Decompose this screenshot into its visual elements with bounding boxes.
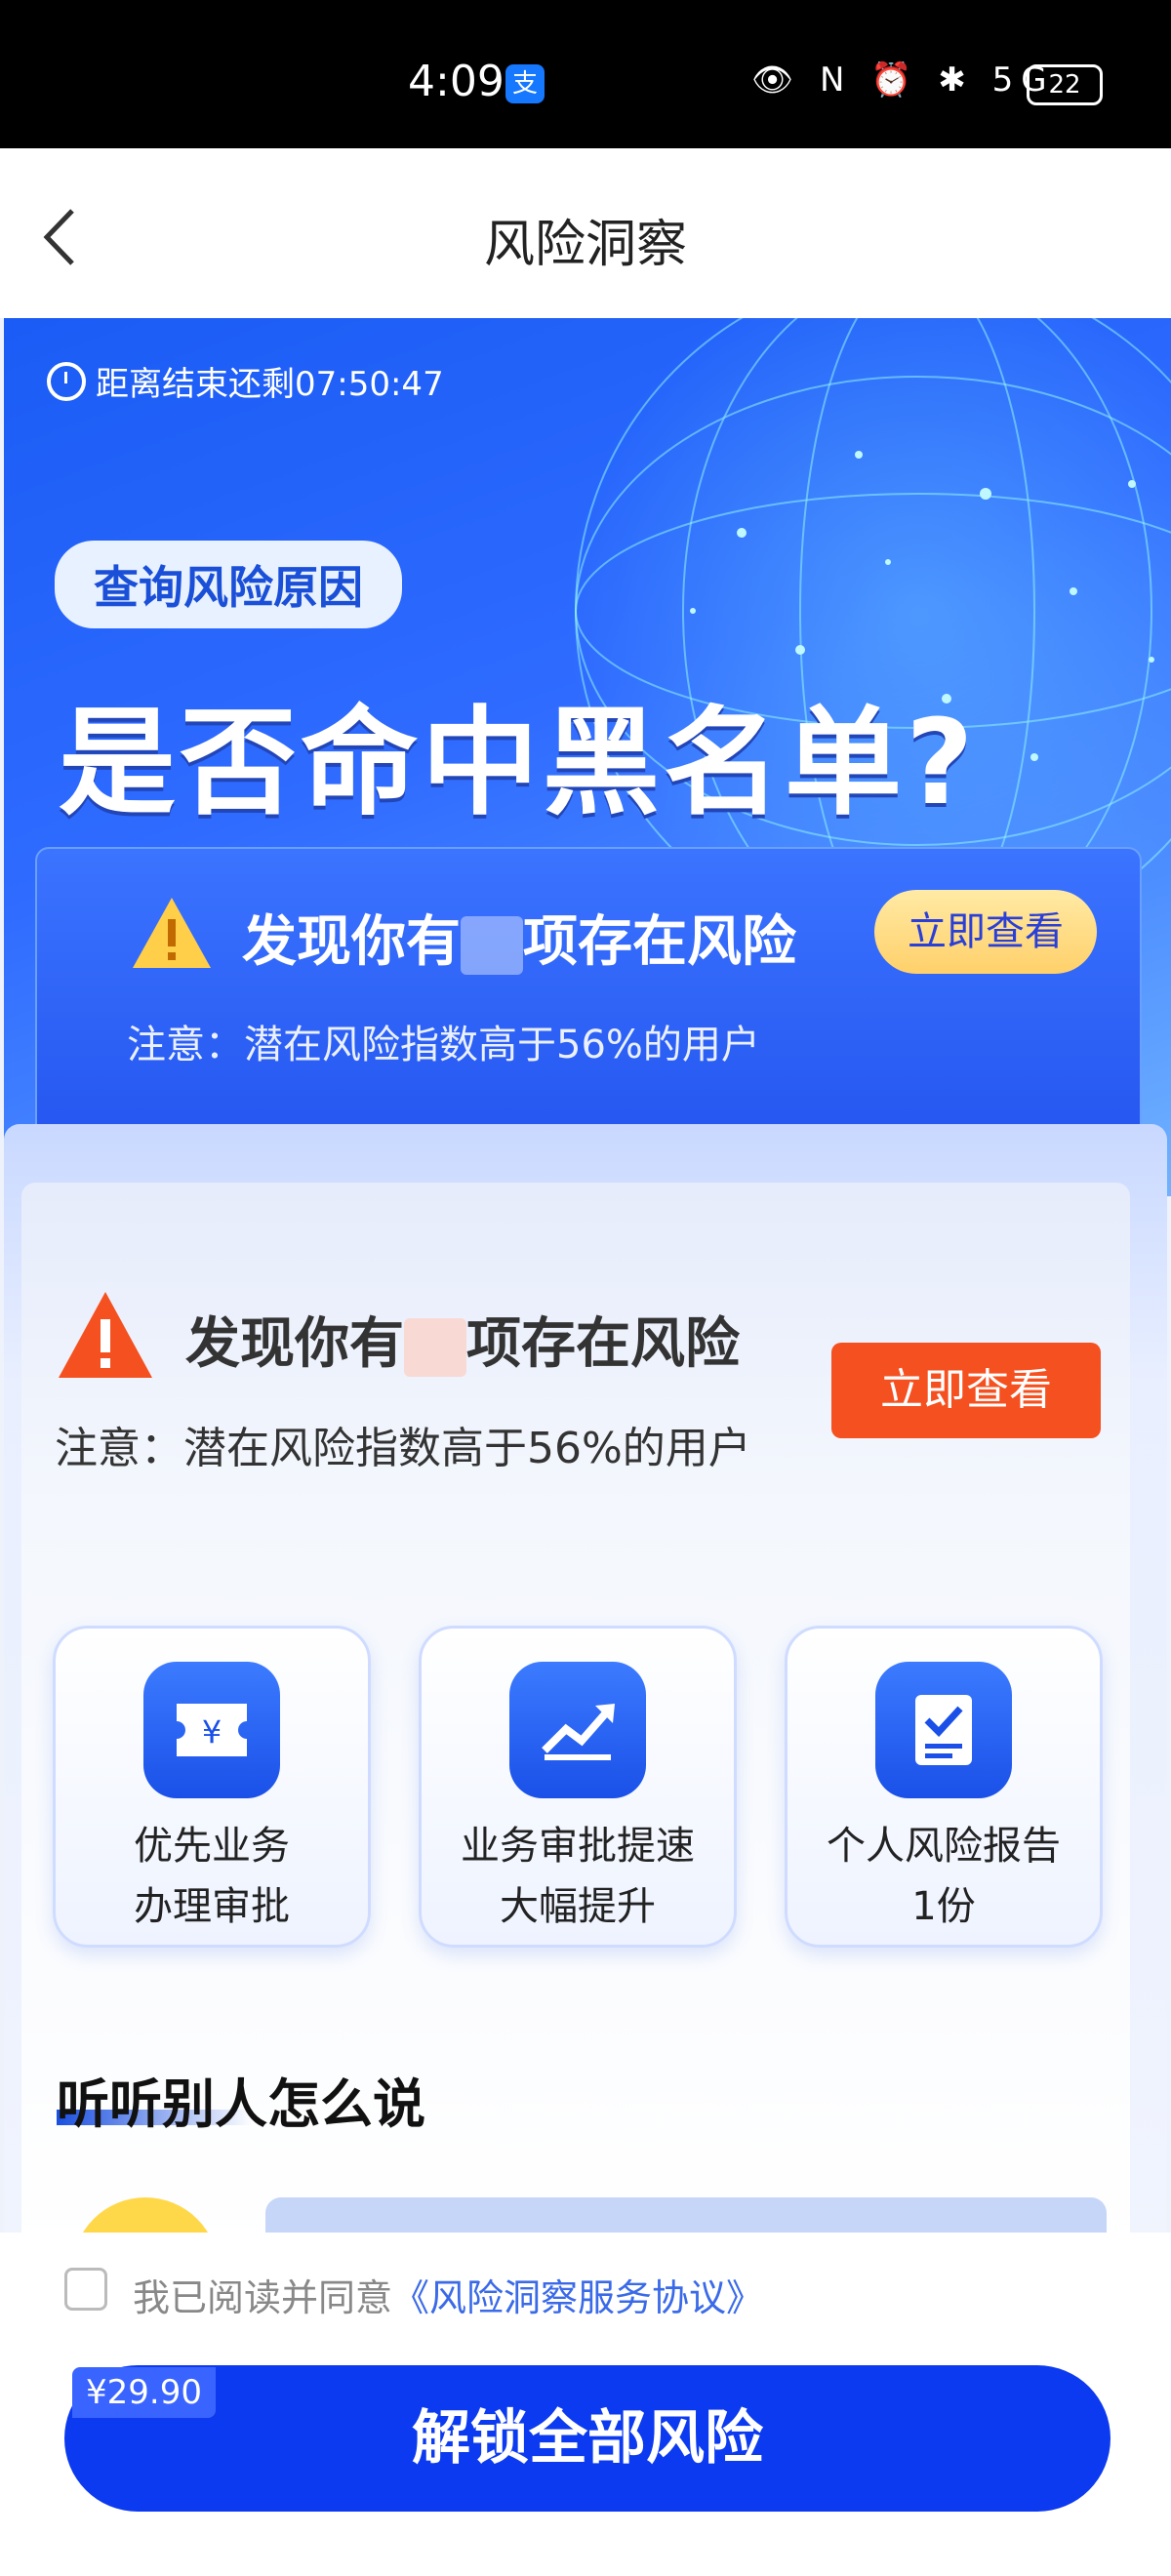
status-bar: 4:09 支 👁 N ⏰ ✱ 5G 22 [0,0,1171,148]
feature-speed-up: 业务审批提速 大幅提升 [419,1626,737,1948]
agree-text: 我已阅读并同意《风险洞察服务协议》 [133,2268,763,2321]
feature-line-2: 大幅提升 [500,1884,656,1929]
price-tag: ¥29.90 [72,2367,216,2418]
ticket-yen-icon: ¥ [143,1662,280,1798]
banner-risk-title: 发现你有 项存在风险 [242,898,796,977]
card-view-button[interactable]: 立即查看 [831,1343,1101,1438]
risk-prefix: 发现你有 [242,910,461,974]
feature-risk-report: 个人风险报告 1份 [785,1626,1103,1948]
countdown-text: 距离结束还剩07:50:47 [96,365,444,404]
hidden-count [404,1317,466,1377]
risk-card: 发现你有 项存在风险 注意：潜在风险指数高于56%的用户 立即查看 ¥ 优先业务 … [21,1183,1130,2344]
report-check-icon [875,1662,1012,1798]
agreement-link[interactable]: 《风险洞察服务协议》 [392,2276,763,2319]
banner-headline: 是否命中黑名单? [59,696,978,831]
svg-text:¥: ¥ [202,1713,222,1751]
nav-bar: 风险洞察 [0,148,1171,318]
feature-priority-approval: ¥ 优先业务 办理审批 [53,1626,371,1948]
query-reason-pill: 查询风险原因 [55,541,402,628]
risk-suffix: 项存在风险 [523,910,796,974]
status-time: 4:09 [408,57,505,106]
reviews-title: 听听别人怎么说 [57,2073,425,2135]
risk-suffix: 项存在风险 [466,1312,740,1376]
hidden-count [461,915,523,975]
status-icons: 👁 N ⏰ ✱ 5G [751,60,1055,100]
feature-list: ¥ 优先业务 办理审批 业务审批提速 大幅提升 个人风险报告 1份 [53,1626,1103,1948]
warning-icon [133,898,211,968]
banner-view-button[interactable]: 立即查看 [874,890,1097,974]
card-risk-title: 发现你有 项存在风险 [185,1300,740,1379]
feature-line-2: 办理审批 [134,1884,290,1929]
countdown-timer: 距离结束还剩07:50:47 [47,357,444,405]
page-title: 风险洞察 [483,216,687,274]
card-risk-note: 注意：潜在风险指数高于56%的用户 [55,1424,751,1473]
feature-line-1: 业务审批提速 [461,1824,695,1869]
agree-label: 我已阅读并同意 [133,2276,393,2319]
trend-up-icon [509,1662,646,1798]
banner-risk-card: 发现你有 项存在风险 立即查看 注意：潜在风险指数高于56%的用户 [35,847,1142,1144]
banner-risk-note: 注意：潜在风险指数高于56%的用户 [127,1023,760,1067]
alarm-clock-icon [47,361,86,401]
battery-icon: 22 [1027,64,1103,105]
bottom-bar: 我已阅读并同意《风险洞察服务协议》 解锁全部风险 ¥29.90 [0,2233,1171,2576]
feature-line-1: 优先业务 [134,1824,290,1869]
feature-line-2: 1份 [911,1884,976,1929]
unlock-all-button[interactable]: 解锁全部风险 [64,2365,1110,2512]
agree-checkbox[interactable] [64,2268,107,2311]
warning-icon [59,1292,152,1378]
risk-prefix: 发现你有 [185,1312,404,1376]
hero-banner: 距离结束还剩07:50:47 查询风险原因 是否命中黑名单? 发现你有 项存在风险… [4,318,1171,1196]
alipay-badge-icon: 支 [505,64,545,103]
feature-line-1: 个人风险报告 [827,1824,1061,1869]
